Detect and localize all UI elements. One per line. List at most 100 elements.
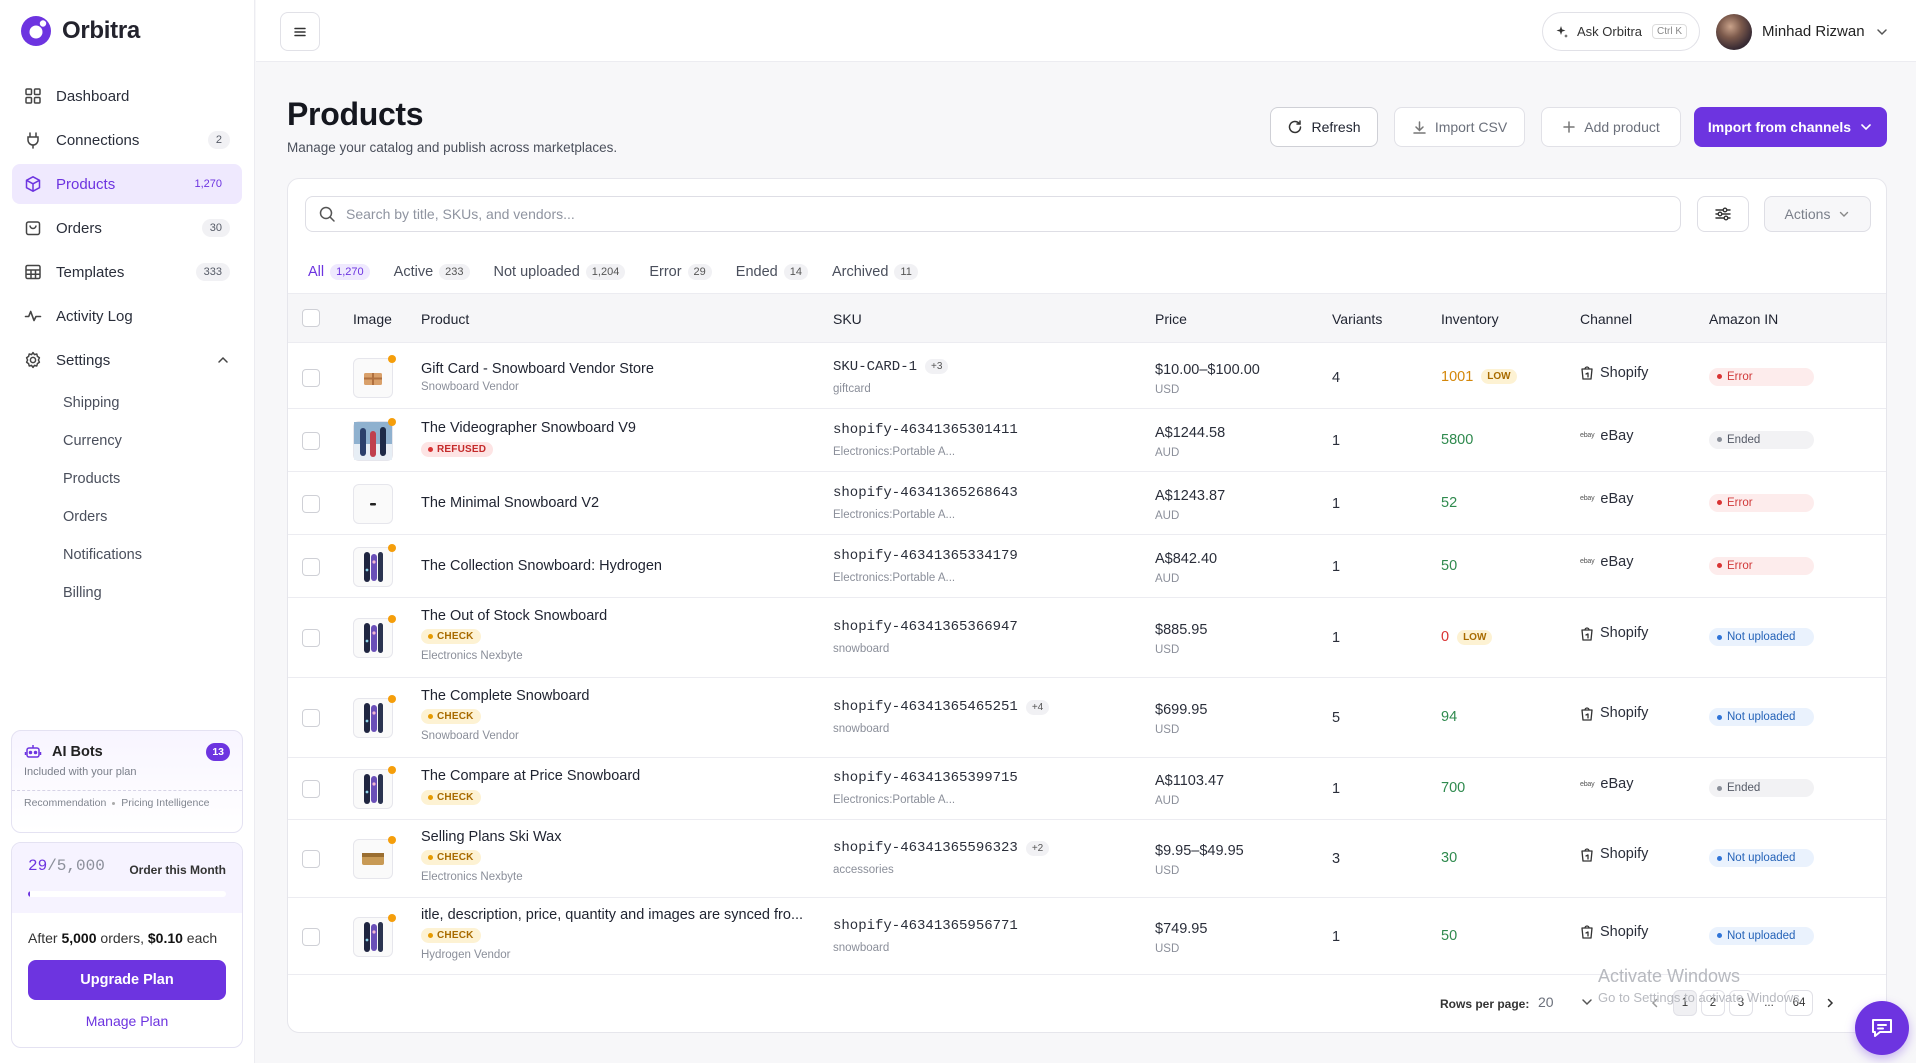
add-product-button[interactable]: Add product bbox=[1541, 107, 1681, 147]
search-input[interactable] bbox=[346, 206, 1668, 222]
column-variants[interactable]: Variants bbox=[1332, 311, 1382, 327]
subnav-notifications[interactable]: Notifications bbox=[63, 536, 242, 574]
column-amazon-in[interactable]: Amazon IN bbox=[1709, 311, 1778, 327]
row-checkbox[interactable] bbox=[302, 494, 320, 513]
refresh-icon bbox=[1289, 120, 1302, 134]
table-row[interactable]: Gift Card - Snowboard Vendor Store Snowbo… bbox=[288, 346, 1886, 409]
product-thumbnail[interactable] bbox=[353, 695, 396, 738]
row-checkbox[interactable] bbox=[302, 780, 320, 798]
table-row[interactable]: The Minimal Snowboard V2 shopify-46341365… bbox=[288, 472, 1886, 535]
product-title[interactable]: Selling Plans Ski Wax bbox=[421, 829, 562, 845]
manage-plan-link[interactable]: Manage Plan bbox=[12, 1013, 242, 1029]
product-thumbnail[interactable] bbox=[353, 913, 396, 957]
table-row[interactable]: The Out of Stock Snowboard CHECK Electroni… bbox=[288, 598, 1886, 678]
product-title[interactable]: Gift Card - Snowboard Vendor Store bbox=[421, 361, 654, 377]
tab-ended[interactable]: Ended 14 bbox=[724, 249, 820, 295]
tab-active[interactable]: Active 233 bbox=[382, 249, 482, 295]
row-checkbox[interactable] bbox=[302, 709, 320, 727]
amazon-status-badge[interactable]: Not uploaded bbox=[1709, 708, 1814, 726]
product-title[interactable]: The Collection Snowboard: Hydrogen bbox=[421, 558, 662, 574]
logo[interactable]: Orbitra bbox=[20, 15, 140, 47]
nav-item-settings[interactable]: Settings bbox=[12, 340, 242, 380]
row-checkbox[interactable] bbox=[302, 368, 320, 387]
subnav-products[interactable]: Products bbox=[63, 460, 242, 498]
sku-more-badge[interactable]: +4 bbox=[1025, 699, 1050, 715]
product-thumbnail[interactable] bbox=[353, 615, 396, 658]
product-title[interactable]: The Out of Stock Snowboard bbox=[421, 608, 607, 624]
row-checkbox[interactable] bbox=[302, 431, 320, 450]
amazon-status-badge[interactable]: Not uploaded bbox=[1709, 628, 1814, 646]
tab-not-uploaded[interactable]: Not uploaded 1,204 bbox=[482, 249, 638, 295]
subnav-orders[interactable]: Orders bbox=[63, 498, 242, 536]
sku-more-badge[interactable]: +2 bbox=[1025, 840, 1050, 856]
page-64-button[interactable]: 64 bbox=[1785, 990, 1813, 1016]
product-thumbnail[interactable] bbox=[353, 417, 396, 461]
rows-per-page-select[interactable]: 20 bbox=[1538, 994, 1554, 1010]
amazon-status-badge[interactable]: Ended bbox=[1709, 779, 1814, 797]
amazon-status-badge[interactable]: Not uploaded bbox=[1709, 849, 1814, 867]
amazon-status-badge[interactable]: Error bbox=[1709, 556, 1814, 575]
column-channel[interactable]: Channel bbox=[1580, 311, 1632, 327]
tab-all[interactable]: All 1,270 bbox=[296, 249, 382, 295]
table-row[interactable]: The Compare at Price Snowboard CHECK shopi… bbox=[288, 758, 1886, 820]
nav-item-activity-log[interactable]: Activity Log bbox=[12, 296, 242, 336]
amazon-status-badge[interactable]: Error bbox=[1709, 493, 1814, 512]
column-price[interactable]: Price bbox=[1155, 311, 1187, 327]
import-from-channels-button[interactable]: Import from channels bbox=[1694, 107, 1887, 147]
user-menu[interactable]: Minhad Rizwan bbox=[1716, 12, 1889, 51]
chat-launcher-button[interactable] bbox=[1855, 1001, 1909, 1055]
table-icon bbox=[25, 264, 41, 280]
amazon-status-badge[interactable]: Ended bbox=[1709, 430, 1814, 449]
subnav-billing[interactable]: Billing bbox=[63, 574, 242, 612]
sku-value: SKU-CARD-1 bbox=[833, 358, 918, 375]
row-checkbox[interactable] bbox=[302, 850, 320, 868]
table-row[interactable]: Selling Plans Ski Wax CHECK Electronics Ne… bbox=[288, 820, 1886, 898]
refresh-button[interactable]: Refresh bbox=[1270, 107, 1378, 147]
tab-error[interactable]: Error 29 bbox=[637, 249, 723, 295]
nav-item-products[interactable]: Products 1,270 bbox=[12, 164, 242, 204]
row-checkbox[interactable] bbox=[302, 557, 320, 576]
page-1-button[interactable]: 1 bbox=[1673, 990, 1697, 1016]
product-title[interactable]: The Compare at Price Snowboard bbox=[421, 768, 640, 784]
table-row[interactable]: The Collection Snowboard: Hydrogen shopif… bbox=[288, 535, 1886, 598]
select-all-checkbox[interactable] bbox=[302, 309, 320, 327]
prev-page-button[interactable] bbox=[1643, 990, 1667, 1016]
amazon-status-badge[interactable]: Not uploaded bbox=[1709, 926, 1814, 945]
upgrade-plan-button[interactable]: Upgrade Plan bbox=[28, 960, 226, 1000]
ask-orbitra-button[interactable]: Ask Orbitra Ctrl K bbox=[1542, 12, 1700, 51]
product-thumbnail[interactable] bbox=[353, 836, 396, 879]
nav-item-orders[interactable]: Orders 30 bbox=[12, 208, 242, 248]
product-title[interactable]: The Videographer Snowboard V9 bbox=[421, 420, 636, 436]
nav-item-dashboard[interactable]: Dashboard bbox=[12, 76, 242, 116]
page-2-button[interactable]: 2 bbox=[1701, 990, 1725, 1016]
nav-item-connections[interactable]: Connections 2 bbox=[12, 120, 242, 160]
product-title[interactable]: The Complete Snowboard bbox=[421, 688, 589, 704]
product-thumbnail[interactable] bbox=[353, 543, 396, 587]
amazon-status-badge[interactable]: Error bbox=[1709, 367, 1814, 386]
product-thumbnail[interactable] bbox=[353, 483, 393, 524]
sidebar-toggle-button[interactable] bbox=[280, 12, 320, 51]
column-sku[interactable]: SKU bbox=[833, 311, 862, 327]
table-row[interactable]: The Complete Snowboard CHECK Snowboard Ven… bbox=[288, 678, 1886, 758]
product-thumbnail[interactable] bbox=[353, 766, 396, 809]
import-csv-button[interactable]: Import CSV bbox=[1394, 107, 1525, 147]
table-row[interactable]: itle, description, price, quantity and i… bbox=[288, 898, 1886, 975]
filter-button[interactable] bbox=[1697, 196, 1749, 232]
subnav-shipping[interactable]: Shipping bbox=[63, 384, 242, 422]
page-3-button[interactable]: 3 bbox=[1729, 990, 1753, 1016]
actions-dropdown[interactable]: Actions bbox=[1764, 196, 1871, 232]
column-inventory[interactable]: Inventory bbox=[1441, 311, 1499, 327]
ai-bots-card[interactable]: AI Bots 13 Included with your plan Recom… bbox=[11, 730, 243, 833]
table-row[interactable]: The Videographer Snowboard V9 REFUSED shop… bbox=[288, 409, 1886, 472]
product-title[interactable]: itle, description, price, quantity and i… bbox=[421, 907, 803, 923]
sku-more-badge[interactable]: +3 bbox=[925, 359, 949, 374]
product-thumbnail[interactable] bbox=[353, 354, 396, 398]
subnav-currency[interactable]: Currency bbox=[63, 422, 242, 460]
row-checkbox[interactable] bbox=[302, 629, 320, 647]
row-checkbox[interactable] bbox=[302, 927, 320, 946]
tab-archived[interactable]: Archived 11 bbox=[820, 249, 930, 295]
column-product[interactable]: Product bbox=[421, 311, 469, 327]
next-page-button[interactable] bbox=[1818, 990, 1842, 1016]
product-title[interactable]: The Minimal Snowboard V2 bbox=[421, 495, 599, 511]
nav-item-templates[interactable]: Templates 333 bbox=[12, 252, 242, 292]
